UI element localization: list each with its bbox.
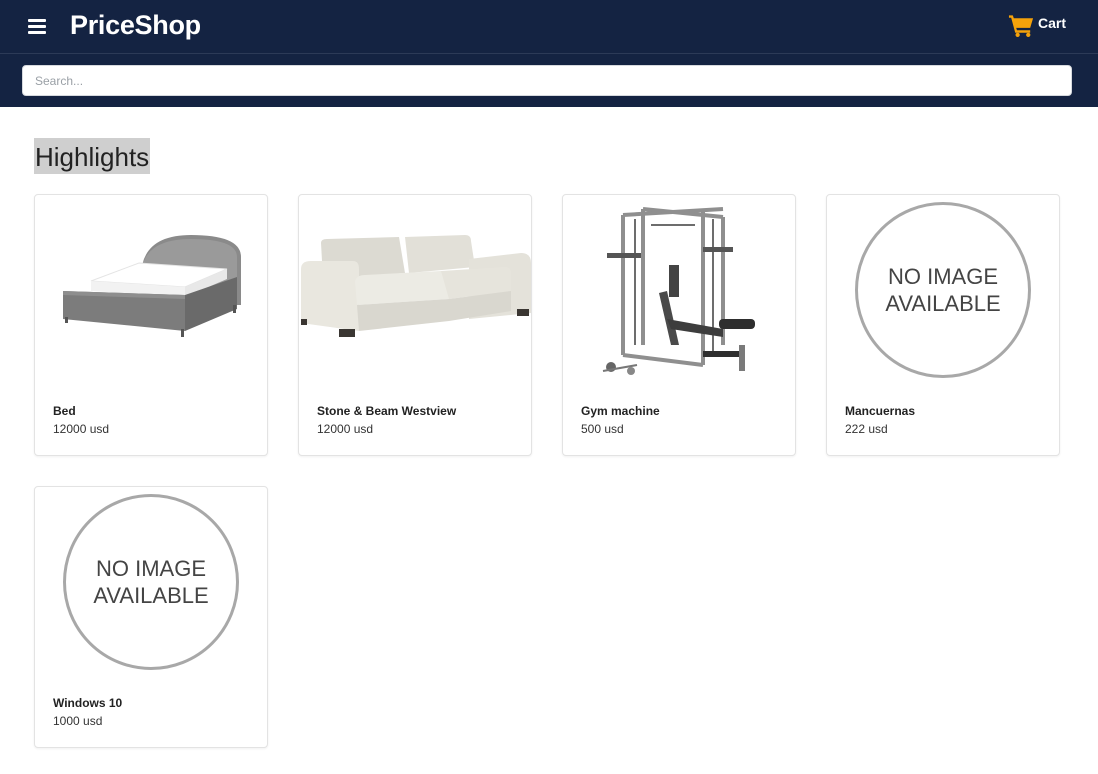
product-card[interactable]: Gym machine 500 usd: [562, 194, 796, 456]
product-price: 1000 usd: [53, 714, 103, 728]
product-price: 12000 usd: [317, 422, 374, 436]
product-name: Stone & Beam Westview: [317, 404, 457, 418]
bed-image: [35, 195, 267, 385]
hamburger-menu-icon[interactable]: [26, 17, 48, 37]
navbar: PriceShop Cart: [0, 0, 1098, 54]
cart-label: Cart: [1037, 14, 1066, 31]
section-title: Highlights: [34, 138, 151, 174]
product-name: Windows 10: [53, 696, 123, 710]
product-price: 222 usd: [845, 422, 888, 436]
product-card[interactable]: Stone & Beam Westview 12000 usd: [298, 194, 532, 456]
gym-machine-image: [563, 195, 795, 385]
product-price: 500 usd: [581, 422, 624, 436]
no-image-text: NO IMAGE AVAILABLE: [855, 202, 1031, 378]
shopping-cart-icon: [1008, 15, 1034, 38]
no-image-text: NO IMAGE AVAILABLE: [63, 494, 239, 670]
brand-logo[interactable]: PriceShop: [70, 10, 201, 41]
cart-button[interactable]: Cart: [1008, 11, 1066, 39]
product-card[interactable]: NO IMAGE AVAILABLE Mancuernas 222 usd: [826, 194, 1060, 456]
no-image-placeholder: NO IMAGE AVAILABLE: [35, 487, 267, 677]
product-name: Mancuernas: [845, 404, 916, 418]
search-bar: [0, 54, 1098, 107]
sofa-image: [299, 195, 531, 385]
product-name: Bed: [53, 404, 76, 418]
search-input[interactable]: [22, 65, 1072, 96]
product-card[interactable]: Bed 12000 usd: [34, 194, 268, 456]
product-card[interactable]: NO IMAGE AVAILABLE Windows 10 1000 usd: [34, 486, 268, 748]
product-name: Gym machine: [581, 404, 660, 418]
product-price: 12000 usd: [53, 422, 110, 436]
no-image-placeholder: NO IMAGE AVAILABLE: [827, 195, 1059, 385]
